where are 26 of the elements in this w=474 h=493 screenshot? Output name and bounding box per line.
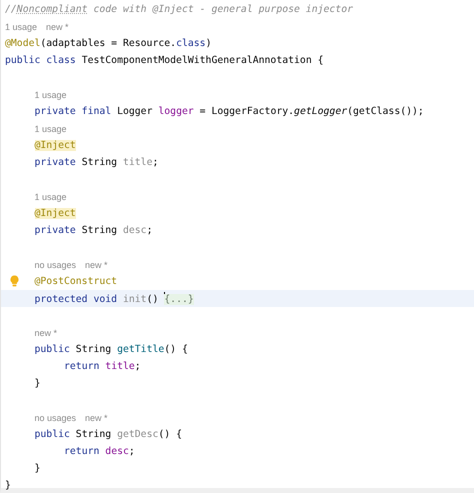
code-line: private final Logger logger = LoggerFactory.getLogger(getClass()); [34, 106, 424, 117]
code-line: @PostConstruct [34, 276, 118, 287]
inlay-hint: new * [85, 412, 108, 422]
code-line: //Noncompliant code with @Inject - general purpose injector [5, 4, 353, 15]
inlay-hint: 1 usage [34, 124, 67, 134]
code-line: } [34, 378, 40, 389]
code-line: protected void init() {...} [34, 292, 194, 305]
inlay-hint: new * [34, 328, 58, 338]
inlay-hint: no usages [34, 260, 76, 270]
inlay-hint: 1 usage [5, 22, 38, 32]
code-line: @Model(adaptables = Resource.class) [5, 38, 212, 49]
inlay-hint: new * [46, 22, 69, 32]
code-line: return title; [64, 361, 141, 372]
code-line: private String title; [34, 157, 158, 168]
code-line: public String getTitle() { [34, 344, 188, 355]
lightbulb-icon[interactable] [10, 275, 19, 287]
code-line: } [34, 463, 40, 474]
code-line: public class TestComponentModelWithGeneralAnnotation { [5, 55, 324, 66]
inlay-hint: no usages [34, 412, 76, 422]
code-line: private String desc; [34, 225, 152, 236]
code-line: public String getDesc() { [34, 429, 182, 440]
code-line: } [5, 480, 11, 491]
inlay-hint: new * [85, 260, 108, 270]
code-line: return desc; [64, 446, 135, 457]
inlay-hint: 1 usage [34, 90, 67, 100]
inlay-hint: 1 usage [34, 192, 67, 202]
